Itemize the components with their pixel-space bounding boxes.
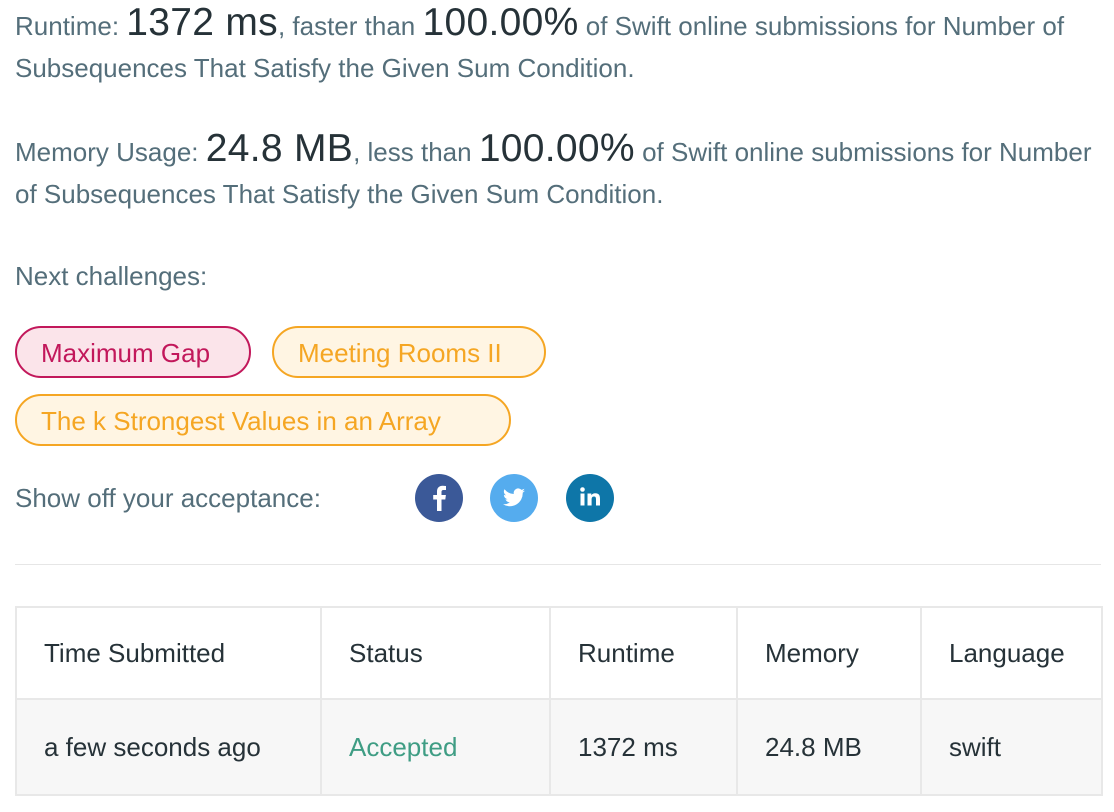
runtime-mid-text: , faster than <box>277 11 423 41</box>
memory-summary: Memory Usage: 24.8 MB, less than 100.00%… <box>15 128 1101 215</box>
facebook-icon[interactable] <box>415 474 463 522</box>
next-challenges-label: Next challenges: <box>15 261 208 291</box>
header-language[interactable]: Language <box>920 606 1103 700</box>
cell-status: Accepted <box>320 698 551 796</box>
cell-runtime: 1372 ms <box>549 698 738 796</box>
table-header-row: Time Submitted Status Runtime Memory Lan… <box>15 606 1103 700</box>
memory-percent: 100.00% <box>478 127 635 170</box>
runtime-percent: 100.00% <box>422 1 579 44</box>
memory-mid-text: , less than <box>353 137 479 167</box>
header-time-submitted[interactable]: Time Submitted <box>15 606 322 700</box>
memory-label: Memory Usage: <box>15 137 206 167</box>
header-memory[interactable]: Memory <box>736 606 922 700</box>
runtime-label: Runtime: <box>15 11 127 41</box>
cell-time-submitted: a few seconds ago <box>15 698 322 796</box>
challenge-tag-maximum-gap[interactable]: Maximum Gap <box>15 326 251 378</box>
share-label: Show off your acceptance: <box>15 483 321 513</box>
table-row: a few seconds ago Accepted 1372 ms 24.8 … <box>15 698 1103 796</box>
status-accepted-link[interactable]: Accepted <box>349 732 457 762</box>
linkedin-icon[interactable] <box>566 474 614 522</box>
header-runtime[interactable]: Runtime <box>549 606 738 700</box>
runtime-summary: Runtime: 1372 ms, faster than 100.00% of… <box>15 2 1101 89</box>
twitter-icon[interactable] <box>490 474 538 522</box>
runtime-value: 1372 ms <box>126 1 278 44</box>
cell-memory: 24.8 MB <box>736 698 922 796</box>
section-divider <box>15 564 1101 565</box>
challenge-tag-k-strongest-values[interactable]: The k Strongest Values in an Array <box>15 394 511 446</box>
header-status[interactable]: Status <box>320 606 551 700</box>
challenge-tag-meeting-rooms-ii[interactable]: Meeting Rooms II <box>272 326 546 378</box>
cell-language: swift <box>920 698 1103 796</box>
submission-table: Time Submitted Status Runtime Memory Lan… <box>15 606 1103 796</box>
memory-value: 24.8 MB <box>205 127 354 170</box>
